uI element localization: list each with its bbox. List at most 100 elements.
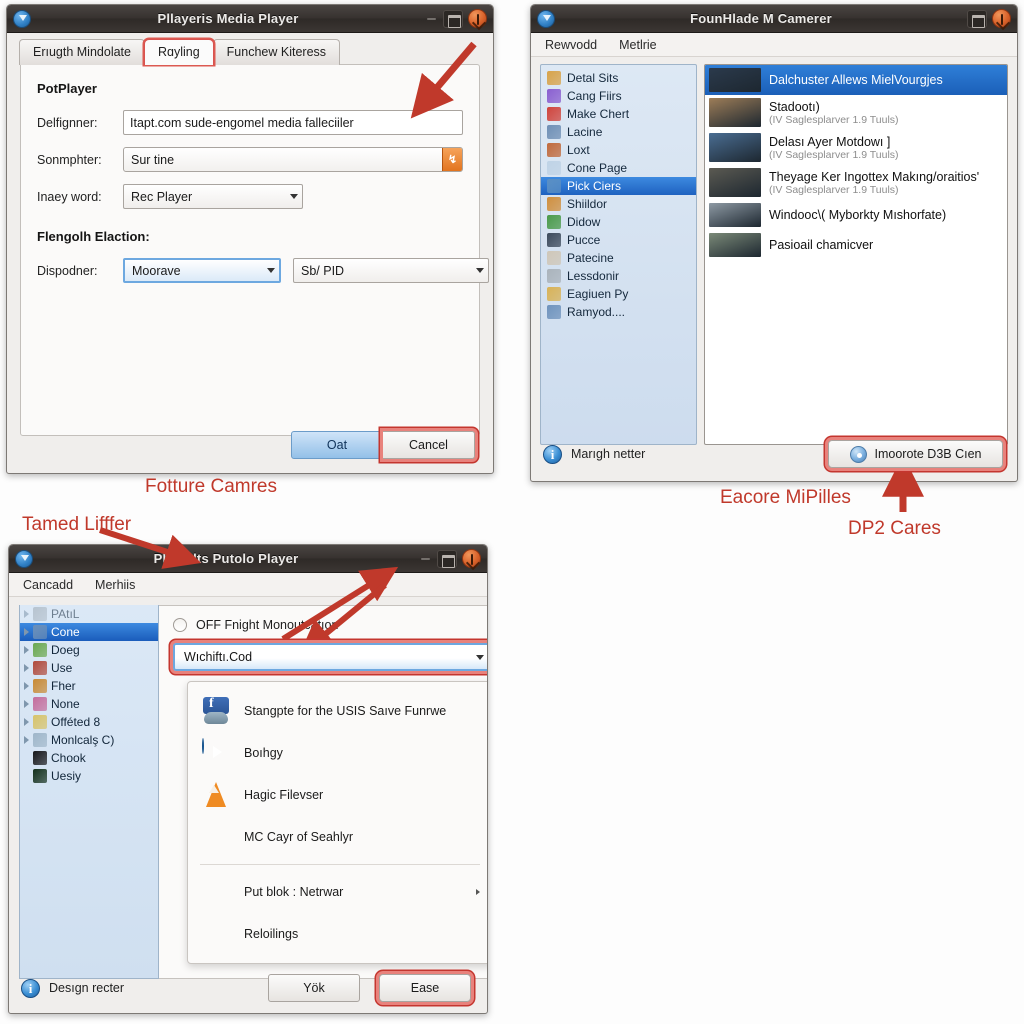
menubar[interactable]: Rewvodd Metlrie [531, 33, 1017, 57]
expand-triangle-icon[interactable] [24, 646, 29, 654]
sidebar-item[interactable]: Didow [541, 213, 696, 231]
tree-item[interactable]: Use [20, 659, 158, 677]
vlc-cone-icon [202, 781, 230, 809]
dropdown-menu-item[interactable]: Reloilings [188, 913, 487, 955]
playlist-window[interactable]: Playıolts Putolo Player Cancadd Merhiis … [8, 544, 488, 1014]
window-controls[interactable] [967, 9, 1011, 28]
expand-triangle-icon[interactable] [24, 610, 29, 618]
file-list-row[interactable]: Pasioail chamicver [705, 230, 1007, 260]
thumbnail-image [709, 68, 761, 92]
sidebar-item[interactable]: Detal Sits [541, 69, 696, 87]
ok-button[interactable]: Oat [291, 431, 383, 459]
tree-item[interactable]: Uesiy [20, 767, 158, 785]
dispodner-select-b[interactable]: Sb/ PID [293, 258, 489, 283]
dropdown-menu-item[interactable]: MC Cayr of Seahlyr [188, 816, 487, 858]
tab-erugth-mindolate[interactable]: Erıugth Mindolate [19, 39, 145, 65]
sidebar-item[interactable]: Patecine [541, 249, 696, 267]
window-controls[interactable] [425, 9, 487, 28]
source-sidebar[interactable]: Detal Sits Cang Fiirs Make Chert Lacine Loxt… [540, 64, 697, 445]
sidebar-item[interactable]: Loxt [541, 141, 696, 159]
field-row-inaey-word: Inaey word: Rec Player [37, 184, 463, 209]
tree-item[interactable]: Chook [20, 749, 158, 767]
window-controls[interactable] [419, 549, 481, 568]
menu-metlrie[interactable]: Metlrie [619, 38, 657, 52]
sidebar-item[interactable]: Lessdonir [541, 267, 696, 285]
file-list-row[interactable]: Windooc\( Myborkty Mıshorfate) [705, 200, 1007, 230]
minimize-icon[interactable] [419, 552, 432, 565]
expand-triangle-icon[interactable] [24, 718, 29, 726]
import-disc-button[interactable]: Imoorote D3B Cıen [828, 440, 1003, 468]
dropdown-menu-item[interactable]: Hagic Filevser [188, 774, 487, 816]
sidebar-item[interactable]: Shiildor [541, 195, 696, 213]
file-list-row[interactable]: Stadootı) (IV Saglesplarver 1.9 Tuuls) [705, 95, 1007, 130]
tree-item[interactable]: Offéted 8 [20, 713, 158, 731]
expand-triangle-icon[interactable] [24, 682, 29, 690]
radio-button[interactable] [173, 618, 187, 632]
tab-strip[interactable]: Erıugth Mindolate Rɑyling Funchew Kitere… [7, 33, 493, 65]
tree-item[interactable]: Monlcalş C) [20, 731, 158, 749]
sidebar-item[interactable]: Lacine [541, 123, 696, 141]
expand-triangle-icon[interactable] [24, 664, 29, 672]
expand-triangle-icon[interactable] [24, 736, 29, 744]
file-list-row[interactable]: Theyage Ker Ingottex Makıng/oraitios' (IV… [705, 165, 1007, 200]
minimize-icon[interactable] [425, 12, 438, 25]
sonmphter-refresh-icon[interactable]: ↯ [442, 148, 462, 171]
menubar[interactable]: Cancadd Merhiis [9, 573, 487, 597]
dispodner-select-a[interactable]: Moorave [123, 258, 281, 283]
media-player-options-window[interactable]: Pllayeris Media Player Erıugth Mindolate… [6, 4, 494, 474]
sidebar-item[interactable]: Cang Fiirs [541, 87, 696, 105]
dropdown-menu-item[interactable]: Put blok : Netrwar [188, 871, 487, 913]
dropdown-menu-item[interactable]: Boıhgy [188, 732, 487, 774]
window-titlebar[interactable]: Playıolts Putolo Player [9, 545, 487, 573]
menu-rewvodd[interactable]: Rewvodd [545, 38, 597, 52]
wichifti-cod-combo[interactable]: Wıchiftı.Cod [173, 643, 487, 671]
tree-item[interactable]: None [20, 695, 158, 713]
tab-rayling[interactable]: Rɑyling [143, 39, 214, 65]
close-icon[interactable] [462, 549, 481, 568]
sonmphter-combo[interactable]: Sur tine ↯ [123, 147, 463, 172]
file-list-row[interactable]: Dalchuster Allews MielVourgjes [705, 65, 1007, 95]
sidebar-item[interactable]: Pucce [541, 231, 696, 249]
maximize-icon[interactable] [443, 9, 463, 28]
delfignner-input[interactable]: Itapt.com sude-engomel media falleciiler [123, 110, 463, 135]
sidebar-item[interactable]: Cone Page [541, 159, 696, 177]
expand-triangle-icon[interactable] [24, 700, 29, 708]
sidebar-item-label: Cone Page [567, 161, 628, 175]
dropdown-menu[interactable]: Stangpte for the USIS Saıve Funrwe Boıhgy… [187, 681, 487, 964]
menu-cancadd[interactable]: Cancadd [23, 578, 73, 592]
sidebar-item[interactable]: Pick Ciers [541, 177, 696, 195]
tab-funchew-kiteress[interactable]: Funchew Kiteress [212, 39, 341, 65]
close-icon[interactable] [468, 9, 487, 28]
maximize-icon[interactable] [437, 549, 457, 568]
file-list[interactable]: Dalchuster Allews MielVourgjes Stadootı)(… [704, 64, 1008, 445]
expand-triangle-icon[interactable] [24, 628, 29, 636]
dropdown-menu-item[interactable]: Stangpte for the USIS Saıve Funrwe [188, 690, 487, 732]
menu-merhiis[interactable]: Merhiis [95, 578, 135, 592]
tree-item[interactable]: Fher [20, 677, 158, 695]
statusbar: i Marıgh netter Imoorote D3B Cıen [531, 427, 1017, 481]
sidebar-item[interactable]: Ramyod.... [541, 303, 696, 321]
import-button-label: Imoorote D3B Cıen [874, 447, 982, 461]
media-browser-window[interactable]: FounHlade M Camerer Rewvodd Metlrie Deta… [530, 4, 1018, 482]
tree-item[interactable]: Doeg [20, 641, 158, 659]
tree-item[interactable]: PAtıL [20, 605, 158, 623]
sidebar-item[interactable]: Make Chert [541, 105, 696, 123]
close-icon[interactable] [992, 9, 1011, 28]
close-button[interactable]: Ease [379, 974, 471, 1002]
sidebar-item[interactable]: Eagiuen Py [541, 285, 696, 303]
folder-icon [33, 697, 47, 711]
dropdown-menu-item-label: Boıhgy [244, 745, 283, 760]
cancel-button[interactable]: Cancel [383, 431, 475, 459]
info-icon: i [543, 444, 562, 464]
off-fnight-radio-row[interactable]: OFF Fnight Monoutcatıon [173, 618, 487, 632]
inaey-word-select[interactable]: Rec Player [123, 184, 303, 209]
window-titlebar[interactable]: FounHlade M Camerer [531, 5, 1017, 33]
file-list-row[interactable]: Delası Ayer Motdowı ] (IV Saglesplarver 1… [705, 130, 1007, 165]
window-titlebar[interactable]: Pllayeris Media Player [7, 5, 493, 33]
tree-item[interactable]: Cone [20, 623, 158, 641]
info-icon: i [21, 978, 40, 998]
thumbnail-image [709, 203, 761, 227]
ok-button[interactable]: Yök [268, 974, 360, 1002]
folder-tree[interactable]: PAtıL Cone Doeg Use Fher None Offéted 8 Monlcal… [19, 605, 159, 979]
maximize-icon[interactable] [967, 9, 987, 28]
